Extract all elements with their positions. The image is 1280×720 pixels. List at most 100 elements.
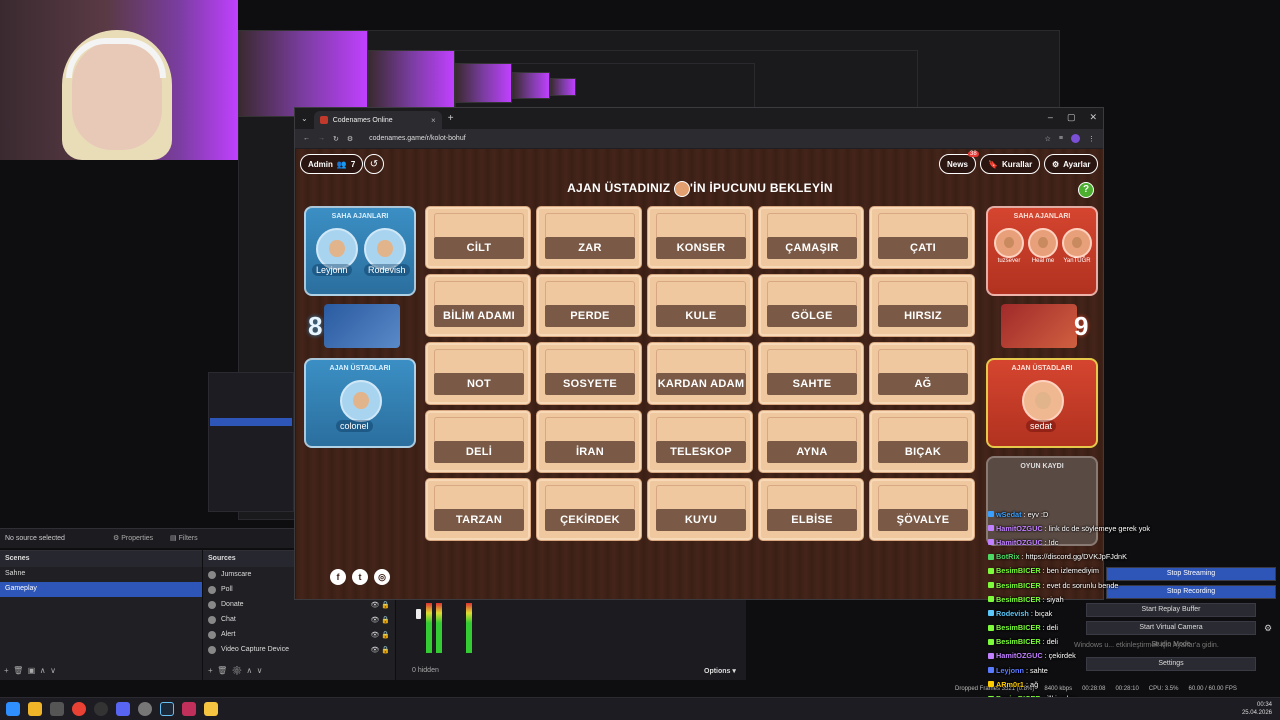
word-card[interactable]: ZAR (536, 206, 642, 269)
word-card[interactable]: ÇEKİRDEK (536, 478, 642, 541)
source-settings-button[interactable]: ⚙ (232, 666, 242, 675)
close-window-icon[interactable]: ✕ (1089, 112, 1097, 123)
card-frame (767, 281, 857, 307)
word-card[interactable]: KONSER (647, 206, 753, 269)
visibility-lock-icons[interactable]: 👁 🔒 (370, 601, 390, 609)
twitter-icon[interactable]: t (352, 569, 368, 585)
visibility-lock-icons[interactable]: 👁 🔒 (370, 616, 390, 624)
add-scene-button[interactable]: + (4, 666, 9, 675)
history-icon[interactable]: ↺ (364, 154, 384, 174)
chat-message: BesimBICER : deli (988, 635, 1280, 649)
source-item[interactable]: Video Capture Device 👁 🔒 (203, 642, 395, 657)
scene-filter-button[interactable]: ▣ (28, 666, 36, 675)
word-card[interactable]: TARZAN (425, 478, 531, 541)
properties-button[interactable]: ⚙ Properties (113, 534, 153, 542)
card-frame (434, 349, 524, 375)
extensions-icon[interactable]: ≡ (1059, 135, 1063, 142)
tray-clock[interactable]: 00:34 25.04.2026 (1242, 701, 1272, 717)
word-card[interactable]: KARDAN ADAM (647, 342, 753, 405)
chat-badge-icon (988, 667, 994, 674)
steam-icon[interactable] (160, 702, 174, 716)
file-explorer-icon[interactable] (28, 702, 42, 716)
source-item[interactable]: Chat 👁 🔒 (203, 612, 395, 627)
obs-icon[interactable] (94, 702, 108, 716)
calendar-icon[interactable] (50, 702, 64, 716)
chat-username: BesimBICER (996, 623, 1041, 633)
remove-source-button[interactable]: 🗑 (217, 666, 227, 675)
spymaster-avatar (340, 380, 382, 422)
tab-search-icon[interactable]: ⌄ (301, 114, 308, 123)
browser-tab[interactable]: Codenames Online × (313, 111, 442, 129)
admin-button[interactable]: Admin 👥 7 (300, 154, 364, 174)
add-source-button[interactable]: + (208, 666, 213, 675)
word-card[interactable]: BİLİM ADAMI (425, 274, 531, 337)
back-icon[interactable]: ← (303, 135, 310, 142)
notes-icon[interactable] (204, 702, 218, 716)
word-card[interactable]: SAHTE (758, 342, 864, 405)
word-card[interactable]: DELİ (425, 410, 531, 473)
windows-start-icon[interactable] (6, 702, 20, 716)
word-card[interactable]: SOSYETE (536, 342, 642, 405)
word-card[interactable]: AYNA (758, 410, 864, 473)
filters-button[interactable]: ▤ Filters (170, 534, 198, 542)
card-frame (545, 485, 635, 511)
word-card[interactable]: BIÇAK (869, 410, 975, 473)
profile-avatar[interactable] (1071, 134, 1080, 143)
source-item[interactable]: Alert 👁 🔒 (203, 627, 395, 642)
word-card[interactable]: NOT (425, 342, 531, 405)
news-button[interactable]: News (939, 154, 976, 174)
card-word: ÇEKİRDEK (545, 509, 635, 531)
minimize-icon[interactable]: – (1048, 112, 1053, 123)
url-field[interactable]: codenames.game/r/kolot-bohuf (361, 132, 1036, 146)
facebook-icon[interactable]: f (330, 569, 346, 585)
reload-icon[interactable]: ↻ (333, 135, 339, 143)
visibility-lock-icons[interactable]: 👁 🔒 (370, 646, 390, 654)
options-button[interactable]: Options ▾ (704, 667, 736, 675)
active-app-icon[interactable] (182, 702, 196, 716)
remove-scene-button[interactable]: 🗑 (13, 666, 23, 675)
scene-item-gameplay[interactable]: Gameplay (0, 582, 202, 597)
blue-agent-picture (324, 304, 400, 348)
word-card[interactable]: HIRSIZ (869, 274, 975, 337)
chrome-icon[interactable] (72, 702, 86, 716)
browser-menu-icon[interactable]: ⋮ (1088, 135, 1095, 143)
word-card[interactable]: TELESKOP (647, 410, 753, 473)
word-card[interactable]: PERDE (536, 274, 642, 337)
word-card[interactable]: GÖLGE (758, 274, 864, 337)
rules-button[interactable]: 🔖 Kurallar (980, 154, 1041, 174)
scene-up-button[interactable]: ∧ (40, 666, 46, 675)
site-info-icon[interactable]: ⚙ (347, 135, 353, 143)
source-up-button[interactable]: ∧ (246, 666, 252, 675)
discord-icon[interactable] (116, 702, 130, 716)
help-icon[interactable]: ? (1078, 182, 1094, 198)
instagram-icon[interactable]: ◎ (374, 569, 390, 585)
settings-game-button[interactable]: ⚙ Ayarlar (1044, 154, 1099, 174)
word-card[interactable]: ŞÖVALYE (869, 478, 975, 541)
word-card[interactable]: AĞ (869, 342, 975, 405)
word-card[interactable]: KUYU (647, 478, 753, 541)
card-frame (656, 485, 746, 511)
card-word: SOSYETE (545, 373, 635, 395)
scene-down-button[interactable]: ∨ (50, 666, 56, 675)
new-tab-icon[interactable]: + (448, 113, 454, 124)
forward-icon[interactable]: → (318, 135, 325, 142)
bookmark-star-icon[interactable]: ☆ (1045, 135, 1051, 143)
word-card[interactable]: ELBİSE (758, 478, 864, 541)
visibility-lock-icons[interactable]: 👁 🔒 (370, 631, 390, 639)
app-icon[interactable] (138, 702, 152, 716)
chat-message: BesimBICER : evet dc sorunlu bende (988, 578, 1280, 592)
close-tab-icon[interactable]: × (431, 116, 436, 125)
word-card[interactable]: ÇATI (869, 206, 975, 269)
word-card[interactable]: İRAN (536, 410, 642, 473)
word-board: CİLT ZAR KONSER ÇAMAŞIR ÇATI BİLİM ADAMI PERDE… (425, 206, 977, 541)
source-down-button[interactable]: ∨ (257, 666, 263, 675)
source-type-icon (208, 570, 216, 579)
volume-slider[interactable] (416, 609, 421, 619)
word-card[interactable]: CİLT (425, 206, 531, 269)
maximize-icon[interactable]: ▢ (1067, 112, 1076, 123)
chat-text: çekirdek (1048, 651, 1076, 661)
scene-item-sahne[interactable]: Sahne (0, 567, 202, 582)
player-count: 7 (350, 159, 356, 169)
word-card[interactable]: ÇAMAŞIR (758, 206, 864, 269)
word-card[interactable]: KULE (647, 274, 753, 337)
